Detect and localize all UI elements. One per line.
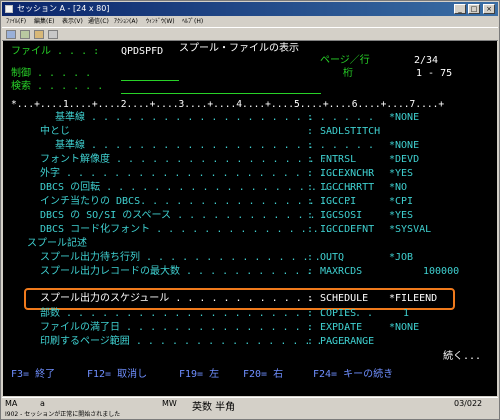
- row-sep: :: [307, 224, 314, 235]
- row-label: ファイルの満了日 . . . . . . . . . . . . . . . .…: [40, 322, 349, 333]
- row-sep: :: [307, 182, 314, 193]
- row-label: フォント解像度 . . . . . . . . . . . . . . . . …: [40, 154, 339, 165]
- row-sep: :: [307, 154, 314, 165]
- row-value: *NO: [389, 182, 408, 193]
- row-sep: :: [307, 112, 314, 123]
- row-label: スプール出力待ち行列 . . . . . . . . . . . . . . .…: [40, 252, 333, 263]
- menu-communication[interactable]: 通信(C): [88, 16, 109, 27]
- row-label: 基準線 . . . . . . . . . . . . . . . . . . …: [55, 140, 374, 151]
- maximize-button[interactable]: □: [468, 4, 480, 14]
- paste-icon[interactable]: [20, 30, 30, 39]
- row-value: *NONE: [389, 140, 420, 151]
- row-sep: :: [307, 266, 314, 277]
- page-line-label: ページ／行: [320, 55, 370, 66]
- emulator-window: セッション A - [24 x 80] _ □ × ﾌｧｲﾙ(F) 編集(E) …: [0, 0, 500, 420]
- file-label: ファイル . . . :: [11, 46, 100, 57]
- minimize-button[interactable]: _: [454, 4, 466, 14]
- row-value: *CPI: [389, 196, 414, 207]
- status-message: I902 - セッションが正常に開始されました: [5, 411, 121, 418]
- row-sep: :: [307, 336, 314, 347]
- row-keyword: EXPDATE: [320, 322, 363, 333]
- copy-icon[interactable]: [6, 30, 16, 39]
- row-keyword: PAGERANGE: [320, 336, 375, 347]
- file-value: QPDSPFD: [121, 46, 164, 57]
- more-indicator: 続く...: [443, 351, 482, 362]
- f3-exit-key[interactable]: F3= 終了: [11, 369, 55, 381]
- menu-file[interactable]: ﾌｧｲﾙ(F): [6, 16, 26, 27]
- menu-edit[interactable]: 編集(E): [34, 16, 54, 27]
- row-keyword: FNTRSL: [320, 154, 357, 165]
- row-keyword: SADLSTITCH: [320, 126, 381, 137]
- menu-view[interactable]: 表示(V): [62, 16, 83, 27]
- control-input[interactable]: [121, 80, 179, 81]
- send-icon[interactable]: [34, 30, 44, 39]
- search-label: 検索 . . . . . .: [11, 81, 104, 92]
- row-label: インチ当たりの DBCS. . . . . . . . . . . . . . …: [40, 196, 351, 207]
- row-sep: :: [307, 308, 314, 319]
- row-sep: :: [307, 210, 314, 221]
- row-sep: :: [307, 126, 314, 137]
- row-value: *NONE: [389, 112, 420, 123]
- row-value: 100000: [423, 266, 460, 277]
- menu-help[interactable]: ﾍﾙﾌﾟ(H): [182, 16, 203, 27]
- window-title: セッション A - [24 x 80]: [17, 4, 110, 13]
- row-sep: :: [307, 252, 314, 263]
- f24-more-keys-key[interactable]: F24= キーの続き: [313, 369, 393, 381]
- section-heading: スプール記述: [27, 238, 87, 249]
- row-keyword: COPIES: [320, 308, 357, 319]
- row-label: 基準線 . . . . . . . . . . . . . . . . . . …: [55, 112, 374, 123]
- app-icon: [5, 5, 13, 13]
- f12-cancel-key[interactable]: F12= 取消し: [87, 369, 147, 381]
- row-keyword: MAXRCDS: [320, 266, 363, 277]
- column-value: 1 - 75: [416, 68, 453, 79]
- row-keyword: IGCEXNCHR: [320, 168, 375, 179]
- status-mw: MW: [162, 399, 177, 408]
- row-keyword: IGCCHRRTT: [320, 182, 375, 193]
- row-value: 1: [403, 308, 410, 319]
- row-sep: :: [307, 168, 314, 179]
- toolbar: [2, 27, 498, 41]
- title-bar: セッション A - [24 x 80] _ □ ×: [2, 2, 498, 16]
- row-value: *SYSVAL: [389, 224, 432, 235]
- row-label: DBCS の SO/SI のスペース . . . . . . . . . . .…: [40, 210, 340, 221]
- status-ime: 英数 半角: [192, 402, 236, 413]
- row-value: *YES: [389, 210, 414, 221]
- row-value: *JOB: [389, 252, 414, 263]
- status-cursor: a: [40, 399, 45, 408]
- f19-left-key[interactable]: F19= 左: [179, 369, 219, 381]
- column-ruler: *...+....1....+....2....+....3....+....4…: [11, 99, 445, 110]
- menu-window[interactable]: ｳｨﾝﾄﾞｳ(W): [146, 16, 175, 27]
- row-keyword: IGCSOSI: [320, 210, 363, 221]
- status-bar: MA a MW 英数 半角 03/022 I902 - セッションが正常に開始さ…: [2, 397, 498, 419]
- highlight-box: [24, 288, 455, 310]
- f20-right-key[interactable]: F20= 右: [243, 369, 283, 381]
- menu-bar: ﾌｧｲﾙ(F) 編集(E) 表示(V) 通信(C) ｱｸｼｮﾝ(A) ｳｨﾝﾄﾞ…: [2, 16, 498, 27]
- row-label: スプール出力レコードの最大数 . . . . . . . . . . .: [40, 266, 313, 277]
- row-sep: :: [307, 322, 314, 333]
- page-line-value: 2/34: [414, 55, 439, 66]
- column-label: 桁: [343, 68, 353, 79]
- row-value: *YES: [389, 168, 414, 179]
- row-label: 印刷するページ範囲 . . . . . . . . . . . . . . . …: [40, 336, 347, 347]
- row-label: DBCS コード化フォント . . . . . . . . . . . . . …: [40, 224, 343, 235]
- row-label: 中とじ: [40, 126, 70, 137]
- status-position: 03/022: [454, 399, 483, 408]
- receive-icon[interactable]: [48, 30, 58, 39]
- menu-action[interactable]: ｱｸｼｮﾝ(A): [114, 16, 138, 27]
- row-sep: :: [307, 140, 314, 151]
- row-value: *NONE: [389, 322, 420, 333]
- row-keyword: IGCCPI: [320, 196, 357, 207]
- row-value: *DEVD: [389, 154, 420, 165]
- status-mode: MA: [5, 399, 18, 408]
- control-label: 制御 . . . . .: [11, 68, 92, 79]
- row-keyword: OUTQ: [320, 252, 345, 263]
- row-sep: :: [307, 196, 314, 207]
- close-button[interactable]: ×: [483, 4, 495, 14]
- search-input[interactable]: [121, 93, 321, 94]
- screen-title: スプール・ファイルの表示: [179, 43, 299, 54]
- terminal-screen[interactable]: ファイル . . . : QPDSPFD スプール・ファイルの表示 ページ／行 …: [3, 41, 497, 396]
- row-keyword: IGCCDEFNT: [320, 224, 375, 235]
